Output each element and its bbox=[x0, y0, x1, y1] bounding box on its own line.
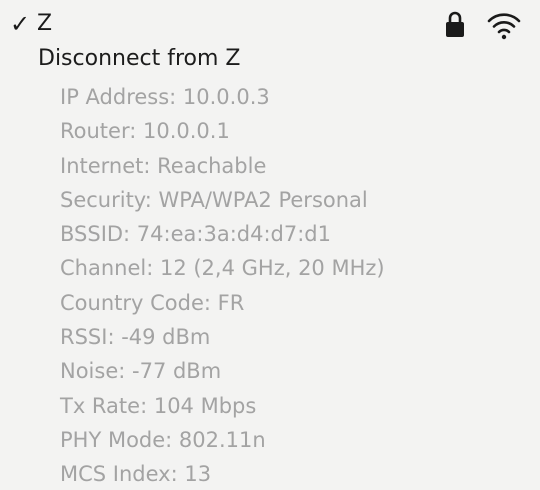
detail-mcs-index: MCS Index: 13 bbox=[60, 462, 212, 487]
wifi-menu: ✓ Z Disconnect from Z IP Address: 10.0.0… bbox=[0, 0, 540, 490]
detail-router: Router: 10.0.0.1 bbox=[60, 119, 230, 144]
detail-ip-address: IP Address: 10.0.0.3 bbox=[60, 85, 270, 109]
disconnect-menu-item[interactable]: Disconnect from Z bbox=[38, 44, 240, 74]
detail-country-code: Country Code: FR bbox=[60, 290, 245, 315]
wifi-signal-icon bbox=[487, 13, 521, 40]
detail-rssi: RSSI: -49 dBm bbox=[60, 325, 211, 350]
detail-phy-mode: PHY Mode: 802.11n bbox=[60, 427, 266, 452]
network-name: Z bbox=[37, 11, 53, 36]
checkmark-icon: ✓ bbox=[10, 10, 31, 38]
detail-security: Security: WPA/WPA2 Personal bbox=[60, 187, 368, 212]
network-row-z[interactable]: ✓ Z bbox=[10, 8, 530, 42]
lock-icon bbox=[446, 11, 464, 37]
network-details-list: IP Address: 10.0.0.3 Router: 10.0.0.1 In… bbox=[60, 80, 385, 490]
detail-noise: Noise: -77 dBm bbox=[60, 359, 222, 384]
detail-bssid: BSSID: 74:ea:3a:d4:d7:d1 bbox=[60, 222, 332, 247]
detail-internet: Internet: Reachable bbox=[60, 153, 267, 178]
detail-tx-rate: Tx Rate: 104 Mbps bbox=[60, 393, 257, 418]
detail-channel: Channel: 12 (2,4 GHz, 20 MHz) bbox=[60, 256, 385, 281]
